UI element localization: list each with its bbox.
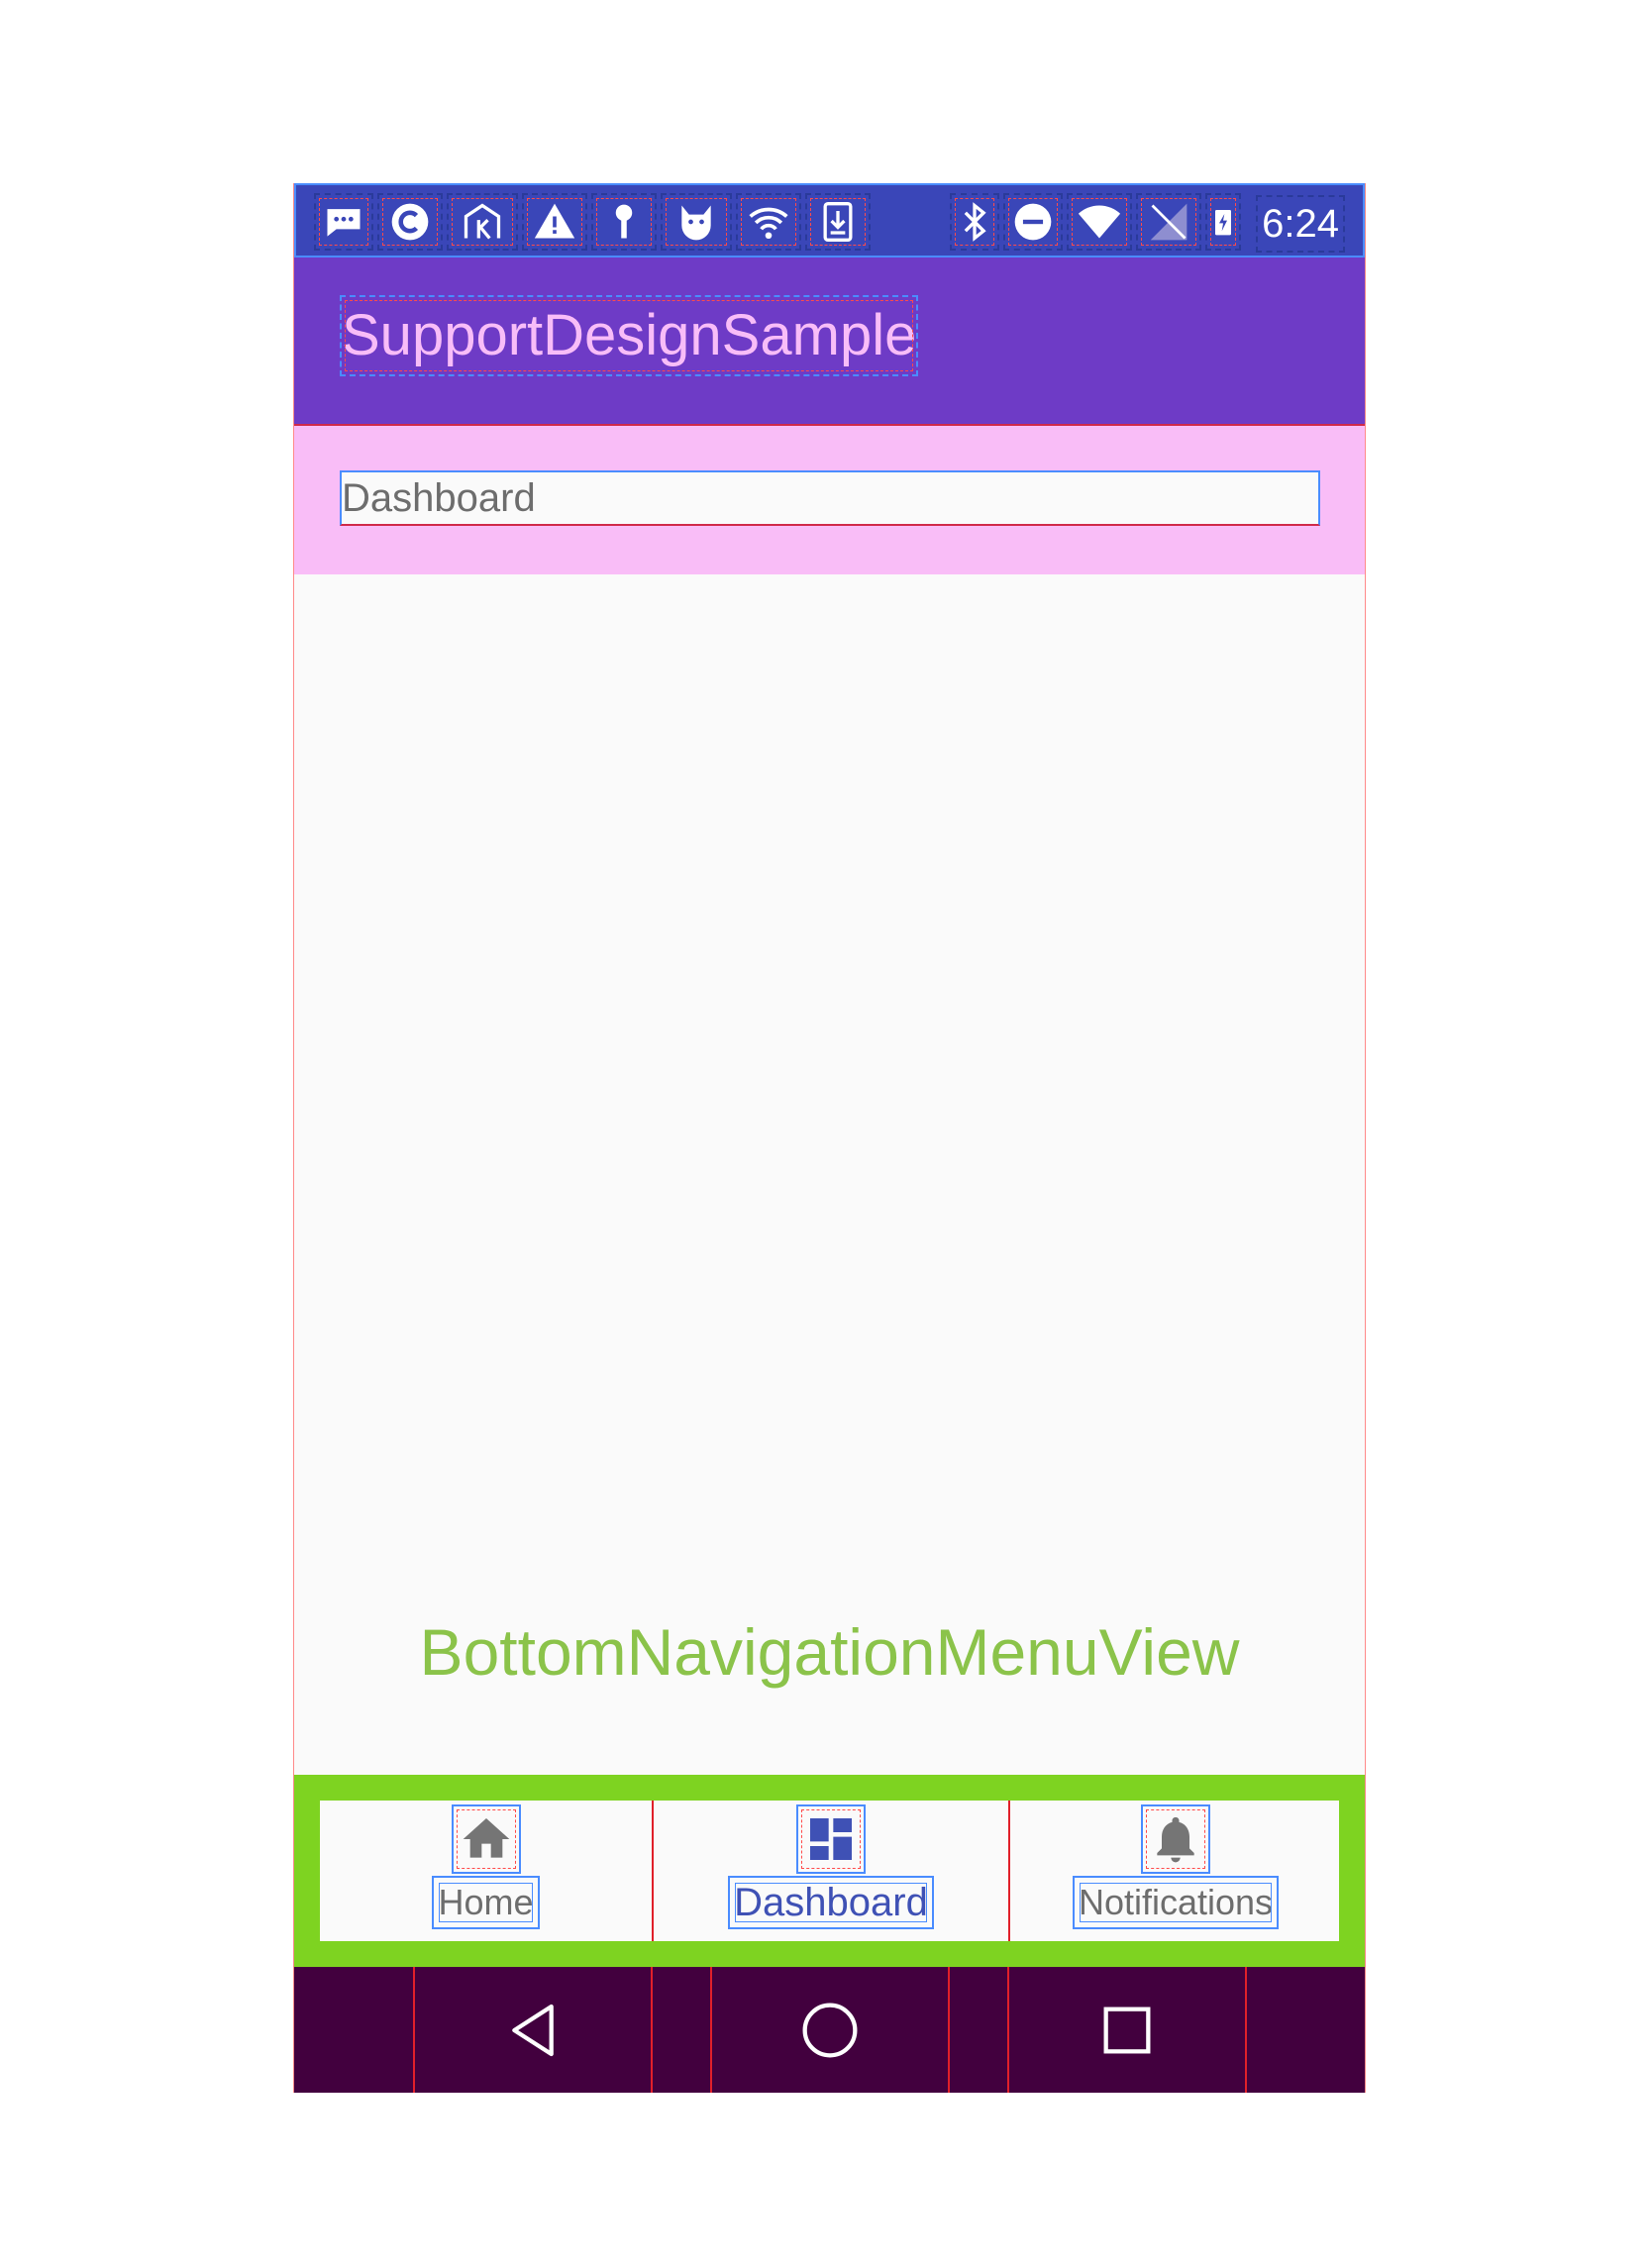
bottom-navigation: Home Dashboard Notifications: [294, 1775, 1365, 1967]
home-icon: [451, 1804, 521, 1874]
dashboard-icon: [796, 1804, 866, 1874]
home-button[interactable]: [712, 1967, 948, 2093]
back-icon: [512, 2004, 554, 2056]
recents-icon: [1103, 2007, 1151, 2053]
status-bar: 6:24: [294, 183, 1365, 258]
bottom-navigation-menu-view-label: BottomNavigationMenuView: [419, 1615, 1240, 1689]
sys-divider: [651, 1967, 653, 2093]
sys-divider: [1245, 1967, 1247, 2093]
device-screen: 6:24 SupportDesignSample Dashboard Botto…: [293, 183, 1366, 2093]
cat-app-icon: [661, 193, 732, 251]
battery-charging-icon: [1205, 193, 1241, 251]
bell-icon: [1141, 1804, 1210, 1874]
nav-item-dashboard[interactable]: Dashboard: [654, 1801, 1008, 1941]
message-icon: [314, 193, 373, 251]
warning-icon: [522, 193, 587, 251]
nav-label-dashboard: Dashboard: [728, 1876, 934, 1929]
nav-item-notifications[interactable]: Notifications: [1010, 1801, 1341, 1941]
home-circle-icon: [802, 2003, 858, 2057]
download-icon: [805, 193, 871, 251]
nav-label-home: Home: [432, 1876, 540, 1929]
bluetooth-icon: [950, 193, 999, 251]
c-app-icon: [377, 193, 443, 251]
message-text: Dashboard: [340, 470, 1320, 526]
app-bar: SupportDesignSample: [294, 258, 1365, 426]
key-icon: [591, 193, 657, 251]
nav-item-home[interactable]: Home: [320, 1801, 652, 1941]
message-section: Dashboard: [294, 426, 1365, 574]
cell-signal-icon: [1136, 193, 1201, 251]
do-not-disturb-icon: [1003, 193, 1063, 251]
system-navigation-bar: [294, 1967, 1365, 2093]
nav-label-notifications: Notifications: [1072, 1876, 1280, 1929]
status-time: 6:24: [1256, 195, 1345, 253]
app-title: SupportDesignSample: [340, 295, 919, 376]
back-button[interactable]: [415, 1967, 651, 2093]
k-app-icon: [447, 193, 518, 251]
sys-divider: [948, 1967, 950, 2093]
wifi-signal-icon: [736, 193, 801, 251]
recents-button[interactable]: [1009, 1967, 1245, 2093]
wifi-icon: [1067, 193, 1132, 251]
